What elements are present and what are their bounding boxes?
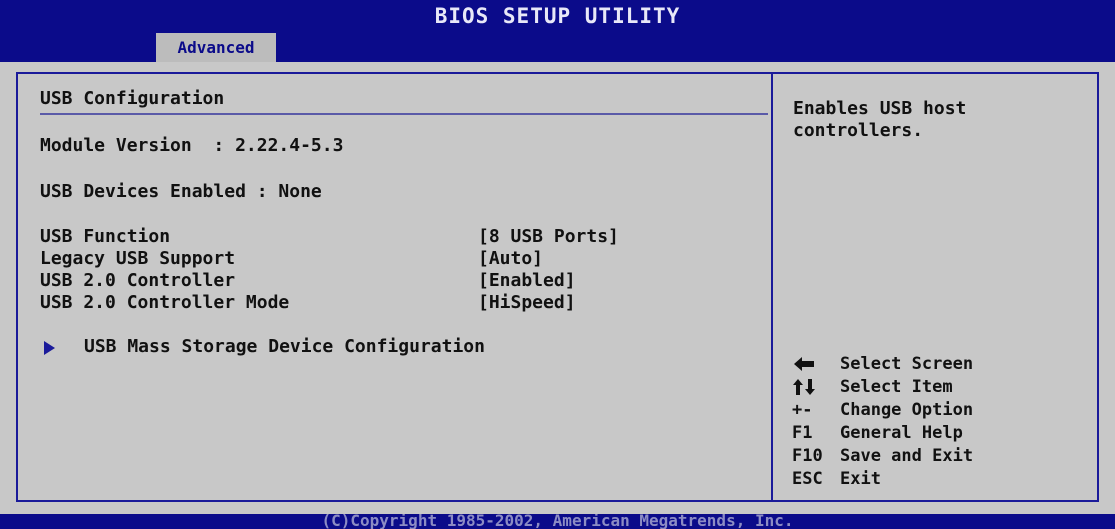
key-name: F10	[792, 446, 823, 466]
main-panel: USB Configuration Module Version : 2.22.…	[0, 62, 1115, 514]
help-line-2: controllers.	[793, 120, 924, 141]
app-title: BIOS SETUP UTILITY	[434, 4, 681, 28]
left-right-arrow-icon	[794, 357, 814, 371]
key-desc: General Help	[840, 423, 963, 443]
key-name: ESC	[792, 469, 823, 489]
submenu-arrow-icon	[44, 341, 55, 355]
key-legend-row: +- Change Option	[792, 399, 1092, 422]
key-legend-row: ESC Exit	[792, 468, 1092, 491]
setting-label: USB 2.0 Controller	[40, 270, 236, 291]
up-down-arrow-icon	[793, 379, 815, 395]
setting-value[interactable]: [8 USB Ports]	[478, 226, 619, 248]
key-name: +-	[792, 400, 813, 420]
help-line-1: Enables USB host	[793, 98, 967, 119]
key-name: F1	[792, 423, 813, 443]
submenu-label: USB Mass Storage Device Configuration	[84, 336, 485, 357]
section-title: USB Configuration	[40, 88, 225, 109]
setting-label: USB 2.0 Controller Mode	[40, 292, 290, 313]
key-desc: Change Option	[840, 400, 974, 420]
key-desc: Select Screen	[840, 354, 974, 374]
content-frame: USB Configuration Module Version : 2.22.…	[16, 72, 1099, 502]
help-panel: Enables USB host controllers.	[793, 98, 1093, 142]
panel-divider	[771, 74, 773, 500]
usb-devices-enabled: USB Devices Enabled : None	[40, 181, 322, 202]
key-desc: Exit	[840, 469, 881, 489]
setting-value[interactable]: [Enabled]	[478, 270, 576, 292]
setting-label: USB Function	[40, 226, 171, 247]
setting-usb-function[interactable]: USB Function [8 USB Ports]	[40, 226, 740, 248]
key-legend-row: F1 General Help	[792, 422, 1092, 445]
submenu-usb-mass-storage[interactable]: USB Mass Storage Device Configuration	[40, 336, 680, 360]
key-desc: Select Item	[840, 377, 953, 397]
setting-label: Legacy USB Support	[40, 248, 236, 269]
key-legend-row: Select Item	[792, 376, 1092, 399]
setting-legacy-usb-support[interactable]: Legacy USB Support [Auto]	[40, 248, 740, 270]
setting-value[interactable]: [HiSpeed]	[478, 292, 576, 314]
setting-usb2-controller-mode[interactable]: USB 2.0 Controller Mode [HiSpeed]	[40, 292, 740, 314]
key-legend: Select Screen Select Item +- Change Opti…	[792, 353, 1092, 491]
module-version: Module Version : 2.22.4-5.3	[40, 135, 344, 156]
setting-value[interactable]: [Auto]	[478, 248, 543, 270]
title-bar: BIOS SETUP UTILITY Advanced	[0, 0, 1115, 62]
copyright-text: (C)Copyright 1985-2002, American Megatre…	[321, 514, 794, 529]
key-legend-row: F10 Save and Exit	[792, 445, 1092, 468]
key-desc: Save and Exit	[840, 446, 974, 466]
key-legend-row: Select Screen	[792, 353, 1092, 376]
section-title-underline	[40, 113, 768, 115]
footer-bar: (C)Copyright 1985-2002, American Megatre…	[0, 514, 1115, 529]
tab-advanced[interactable]: Advanced	[156, 33, 276, 62]
setting-usb2-controller[interactable]: USB 2.0 Controller [Enabled]	[40, 270, 740, 292]
